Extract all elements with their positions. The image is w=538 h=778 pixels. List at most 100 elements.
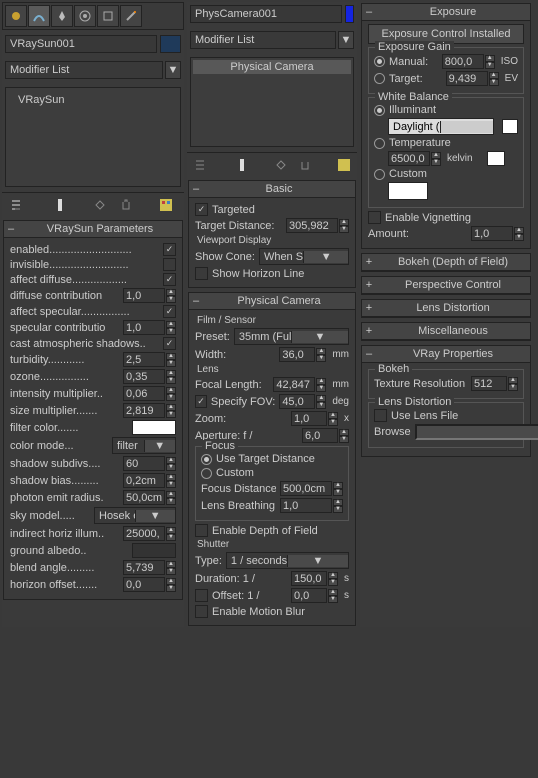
custom-focus-radio[interactable]: [201, 468, 212, 479]
spinner-up[interactable]: ▲: [316, 395, 326, 402]
object-name-field-cam[interactable]: [190, 5, 342, 23]
tab-geometry[interactable]: [5, 5, 27, 27]
tex-res-input[interactable]: [471, 376, 507, 391]
enable-dof-checkbox[interactable]: [195, 524, 208, 537]
spinner-down[interactable]: ▼: [489, 79, 499, 86]
spinner-up[interactable]: ▲: [166, 578, 176, 585]
spinner-down[interactable]: ▼: [316, 385, 326, 392]
focus-dist-input[interactable]: [280, 481, 332, 496]
spinner-down[interactable]: ▼: [339, 436, 349, 443]
spinner-down[interactable]: ▼: [328, 579, 338, 586]
remove-modifier-icon[interactable]: [298, 157, 313, 173]
horizon-offset-input[interactable]: [123, 577, 165, 592]
aperture-input[interactable]: [302, 428, 338, 443]
spinner-up[interactable]: ▲: [166, 457, 176, 464]
offset-input[interactable]: [291, 588, 327, 603]
stack-item-physcam[interactable]: Physical Camera: [193, 60, 351, 74]
spinner-down[interactable]: ▼: [166, 328, 176, 335]
temperature-radio[interactable]: [374, 138, 385, 149]
rollout-header-lensdist[interactable]: +Lens Distortion: [362, 300, 530, 317]
blend-angle-input[interactable]: [123, 560, 165, 575]
show-cone-dropdown[interactable]: When Selec▼: [259, 248, 349, 265]
ozone-input[interactable]: [123, 369, 165, 384]
pin-stack-icon[interactable]: [193, 157, 208, 173]
duration-input[interactable]: [291, 571, 327, 586]
illuminant-dropdown[interactable]: Daylight (6500K)▼: [388, 118, 494, 135]
invisible-checkbox[interactable]: [163, 258, 176, 271]
focal-input[interactable]: [273, 377, 315, 392]
spinner-up[interactable]: ▲: [166, 370, 176, 377]
spinner-up[interactable]: ▲: [166, 491, 176, 498]
spinner-up[interactable]: ▲: [508, 377, 518, 384]
spinner-down[interactable]: ▼: [316, 355, 326, 362]
spinner-up[interactable]: ▲: [166, 321, 176, 328]
spinner-up[interactable]: ▲: [333, 482, 343, 489]
color-mode-dropdown[interactable]: filter▼: [112, 437, 176, 454]
show-horizon-checkbox[interactable]: [195, 267, 208, 280]
modifier-stack[interactable]: VRaySun: [5, 87, 181, 187]
spinner-up[interactable]: ▲: [328, 572, 338, 579]
modifier-list-dropdown[interactable]: Modifier List: [5, 61, 163, 79]
spinner-down[interactable]: ▼: [166, 411, 176, 418]
manual-radio[interactable]: [374, 56, 385, 67]
spinner-down[interactable]: ▼: [333, 489, 343, 496]
fov-checkbox[interactable]: [195, 395, 207, 408]
spinner-up[interactable]: ▲: [328, 412, 338, 419]
cast-atm-checkbox[interactable]: [163, 337, 176, 350]
spinner-up[interactable]: ▲: [316, 348, 326, 355]
sky-model-dropdown[interactable]: Hosek et al.▼: [94, 507, 176, 524]
enabled-checkbox[interactable]: [163, 243, 176, 256]
rollout-header-vrayprops[interactable]: –VRay Properties: [362, 346, 530, 363]
spinner-up[interactable]: ▲: [166, 404, 176, 411]
spinner-up[interactable]: ▲: [166, 289, 176, 296]
spinner-down[interactable]: ▼: [316, 402, 326, 409]
intensity-input[interactable]: [123, 386, 165, 401]
spinner-up[interactable]: ▲: [485, 55, 495, 62]
amount-input[interactable]: [471, 226, 513, 241]
offset-checkbox[interactable]: [195, 589, 208, 602]
spinner-down[interactable]: ▼: [333, 506, 343, 513]
shadow-bias-input[interactable]: [123, 473, 165, 488]
spinner-down[interactable]: ▼: [166, 464, 176, 471]
rollout-header-basic[interactable]: –Basic: [189, 181, 355, 198]
spinner-up[interactable]: ▲: [489, 72, 499, 79]
show-end-result-icon[interactable]: [52, 197, 68, 213]
vignette-checkbox[interactable]: [368, 211, 381, 224]
spinner-up[interactable]: ▲: [166, 387, 176, 394]
spinner-down[interactable]: ▼: [166, 585, 176, 592]
show-end-result-icon[interactable]: [235, 157, 250, 173]
target-input[interactable]: [446, 71, 488, 86]
custom-wb-swatch[interactable]: [388, 182, 428, 200]
spinner-up[interactable]: ▲: [339, 429, 349, 436]
width-input[interactable]: [279, 347, 315, 362]
affect-specular-checkbox[interactable]: [163, 305, 176, 318]
enable-mb-checkbox[interactable]: [195, 605, 208, 618]
spinner-up[interactable]: ▲: [339, 219, 349, 226]
lens-breath-input[interactable]: [280, 498, 332, 513]
filter-color-swatch[interactable]: [132, 420, 176, 435]
diffuse-contrib-input[interactable]: [123, 288, 165, 303]
configure-icon[interactable]: [158, 197, 174, 213]
rollout-header-bokeh[interactable]: +Bokeh (Depth of Field): [362, 254, 530, 271]
modifier-list-dropdown-cam[interactable]: Modifier List: [190, 31, 336, 49]
spinner-down[interactable]: ▼: [328, 596, 338, 603]
target-distance-input[interactable]: [286, 218, 338, 233]
tab-utilities[interactable]: [120, 5, 142, 27]
pin-stack-icon[interactable]: [8, 197, 24, 213]
spinner-up[interactable]: ▲: [316, 378, 326, 385]
spinner-down[interactable]: ▼: [339, 226, 349, 233]
spec-contrib-input[interactable]: [123, 320, 165, 335]
modifier-list-arrow-cam[interactable]: ▼: [338, 31, 354, 49]
spinner-down[interactable]: ▼: [328, 419, 338, 426]
spinner-down[interactable]: ▼: [166, 377, 176, 384]
manual-input[interactable]: [442, 54, 484, 69]
make-unique-icon[interactable]: [92, 197, 108, 213]
illuminant-radio[interactable]: [374, 105, 385, 116]
fov-input[interactable]: [279, 394, 315, 409]
spinner-up[interactable]: ▲: [166, 561, 176, 568]
indirect-illum-input[interactable]: [123, 526, 165, 541]
spinner-down[interactable]: ▼: [166, 481, 176, 488]
spinner-up[interactable]: ▲: [431, 152, 441, 159]
tab-cameras[interactable]: [74, 5, 96, 27]
spinner-down[interactable]: ▼: [166, 296, 176, 303]
